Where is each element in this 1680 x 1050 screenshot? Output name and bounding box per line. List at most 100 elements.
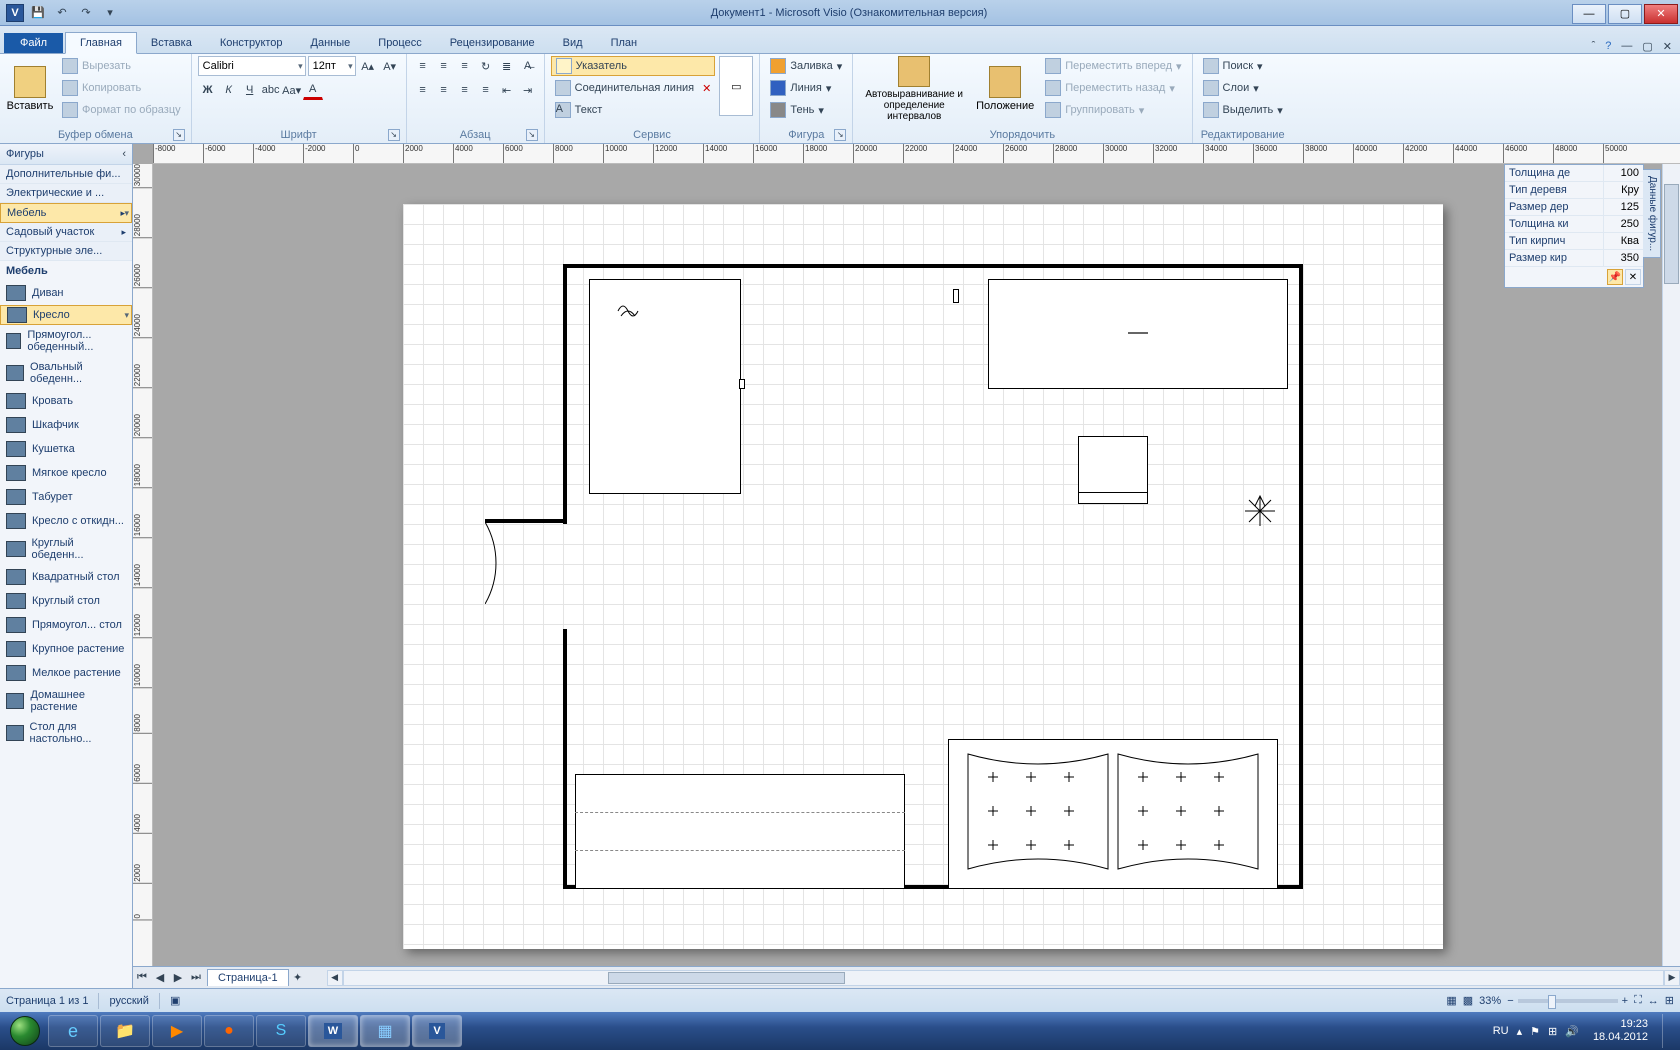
- taskbar-skype[interactable]: S: [256, 1015, 306, 1047]
- shapes-item[interactable]: Круглый обеденн...: [0, 533, 132, 565]
- shapes-item[interactable]: Кушетка: [0, 437, 132, 461]
- indent-inc-icon[interactable]: ⇥: [518, 80, 538, 100]
- shapes-item[interactable]: Кровать: [0, 389, 132, 413]
- h-scroll-thumb[interactable]: [608, 972, 845, 984]
- bold-button[interactable]: Ж: [198, 80, 218, 100]
- find-button[interactable]: Поиск ▾: [1199, 56, 1287, 76]
- shapes-item[interactable]: Табурет: [0, 485, 132, 509]
- wall-left-bottom[interactable]: [563, 629, 567, 889]
- room-small[interactable]: [589, 279, 741, 494]
- small-box[interactable]: [1078, 436, 1148, 504]
- shapes-item[interactable]: Шкафчик: [0, 413, 132, 437]
- font-dialog-icon[interactable]: ↘: [388, 129, 400, 141]
- shape-data-row[interactable]: Тип деревяКру: [1505, 182, 1643, 199]
- taskbar-media[interactable]: ▶: [152, 1015, 202, 1047]
- italic-button[interactable]: К: [219, 80, 239, 100]
- shape-data-row[interactable]: Толщина ки250: [1505, 216, 1643, 233]
- fill-button[interactable]: Заливка ▾: [766, 56, 846, 76]
- zoom-out-icon[interactable]: −: [1507, 995, 1513, 1007]
- close-button[interactable]: ✕: [1644, 4, 1678, 24]
- fit-width-icon[interactable]: ↔: [1648, 995, 1659, 1007]
- shapes-item[interactable]: Круглый стол: [0, 589, 132, 613]
- page-next-icon[interactable]: ▶: [169, 969, 187, 987]
- increase-font-icon[interactable]: A▴: [358, 56, 378, 76]
- shapes-category[interactable]: Электрические и ...: [0, 184, 132, 203]
- connector-tool[interactable]: Соединительная линия✕: [551, 78, 716, 98]
- format-painter-button[interactable]: Формат по образцу: [58, 100, 185, 120]
- bottom-rect[interactable]: [575, 774, 905, 889]
- maximize-button[interactable]: ▢: [1608, 4, 1642, 24]
- tray-network-icon[interactable]: ⊞: [1548, 1025, 1557, 1038]
- shapes-item[interactable]: Мелкое растение: [0, 661, 132, 685]
- auto-align-button[interactable]: Автовыравнивание и определение интервало…: [859, 56, 969, 122]
- line-button[interactable]: Линия ▾: [766, 78, 846, 98]
- view-normal-icon[interactable]: ▦: [1446, 994, 1456, 1007]
- page-prev-icon[interactable]: ◀: [151, 969, 169, 987]
- strike-button[interactable]: abc: [261, 80, 281, 100]
- horizontal-scrollbar[interactable]: ◀ ▶: [327, 970, 1680, 986]
- taskbar-firefox[interactable]: ●: [204, 1015, 254, 1047]
- copy-button[interactable]: Копировать: [58, 78, 185, 98]
- tab-insert[interactable]: Вставка: [137, 33, 206, 53]
- tab-home[interactable]: Главная: [65, 32, 137, 54]
- vertical-scrollbar[interactable]: [1662, 164, 1680, 966]
- send-back-button[interactable]: Переместить назад ▾: [1041, 78, 1185, 98]
- tab-review[interactable]: Рецензирование: [436, 33, 549, 53]
- shapes-item[interactable]: Домашнее растение: [0, 685, 132, 717]
- view-full-icon[interactable]: ▩: [1463, 994, 1473, 1007]
- shapes-item[interactable]: Квадратный стол: [0, 565, 132, 589]
- layers-button[interactable]: Слои ▾: [1199, 78, 1287, 98]
- shape-data-tab[interactable]: Данные фигур...: [1643, 169, 1661, 258]
- qat-dropdown-icon[interactable]: ▾: [100, 3, 120, 23]
- shapes-category[interactable]: Дополнительные фи...: [0, 165, 132, 184]
- tab-plan[interactable]: План: [597, 33, 652, 53]
- pointer-tool[interactable]: Указатель: [551, 56, 716, 76]
- position-button[interactable]: Положение: [973, 56, 1037, 122]
- minimize-button[interactable]: —: [1572, 4, 1606, 24]
- shape-data-row[interactable]: Размер дер125: [1505, 199, 1643, 216]
- align-top-icon[interactable]: ≡: [413, 56, 433, 76]
- paste-button[interactable]: Вставить: [6, 56, 54, 122]
- tray-clock[interactable]: 19:23 18.04.2012: [1587, 1018, 1654, 1044]
- macro-record-icon[interactable]: ▣: [170, 994, 180, 1007]
- align-middle-icon[interactable]: ≡: [434, 56, 454, 76]
- drawing-page[interactable]: [403, 204, 1443, 949]
- fit-page-icon[interactable]: ⛶: [1634, 994, 1642, 1007]
- shapes-collapse-icon[interactable]: ‹: [122, 148, 126, 160]
- switch-window-icon[interactable]: ⊞: [1665, 994, 1674, 1007]
- clipboard-dialog-icon[interactable]: ↘: [173, 129, 185, 141]
- align-right-icon[interactable]: ≡: [455, 80, 475, 100]
- font-size-select[interactable]: 12пт: [308, 56, 356, 76]
- zoom-slider[interactable]: − +: [1507, 995, 1628, 1007]
- select-button[interactable]: Выделить ▾: [1199, 100, 1287, 120]
- align-center-icon[interactable]: ≡: [434, 80, 454, 100]
- font-color-button[interactable]: A: [303, 80, 323, 100]
- shapes-item[interactable]: Мягкое кресло: [0, 461, 132, 485]
- shadow-button[interactable]: Тень ▾: [766, 100, 846, 120]
- connector-close-icon[interactable]: ✕: [702, 82, 711, 95]
- save-icon[interactable]: 💾: [28, 3, 48, 23]
- h-scroll-left-icon[interactable]: ◀: [327, 970, 343, 986]
- decrease-font-icon[interactable]: A▾: [380, 56, 400, 76]
- page-last-icon[interactable]: ⏭: [187, 969, 205, 987]
- page-tab-1[interactable]: Страница-1: [207, 969, 289, 986]
- door-handle-2[interactable]: [953, 289, 959, 303]
- para-dialog-icon[interactable]: ↘: [526, 129, 538, 141]
- taskbar-ie[interactable]: e: [48, 1015, 98, 1047]
- indent-dec-icon[interactable]: ⇤: [497, 80, 517, 100]
- tab-view[interactable]: Вид: [549, 33, 597, 53]
- taskbar-photo[interactable]: ▦: [360, 1015, 410, 1047]
- tray-lang[interactable]: RU: [1493, 1025, 1509, 1037]
- shapes-item[interactable]: Диван: [0, 281, 132, 305]
- bring-front-button[interactable]: Переместить вперед ▾: [1041, 56, 1185, 76]
- show-desktop-button[interactable]: [1662, 1014, 1672, 1048]
- file-tab[interactable]: Файл: [4, 33, 63, 53]
- shape-data-close-icon[interactable]: ✕: [1625, 269, 1641, 285]
- zoom-in-icon[interactable]: +: [1622, 995, 1628, 1007]
- tray-volume-icon[interactable]: 🔊: [1565, 1025, 1579, 1038]
- shape-data-row[interactable]: Размер кир350: [1505, 250, 1643, 267]
- cut-button[interactable]: Вырезать: [58, 56, 185, 76]
- ribbon-minimize-icon[interactable]: ˆ: [1592, 40, 1596, 53]
- taskbar-word[interactable]: W: [308, 1015, 358, 1047]
- help-icon[interactable]: ?: [1605, 40, 1611, 53]
